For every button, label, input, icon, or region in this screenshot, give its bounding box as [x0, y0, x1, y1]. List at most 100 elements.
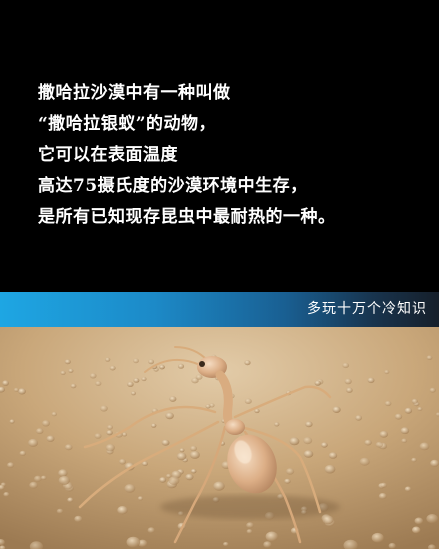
sand-grain	[3, 492, 10, 497]
sand-grain	[133, 358, 139, 364]
sand-grain	[359, 457, 370, 466]
sand-grain	[346, 387, 353, 393]
brand-label: 多玩十万个冷知识	[307, 301, 427, 317]
sand-grain	[213, 481, 225, 491]
sand-grain	[169, 396, 177, 402]
sand-grain	[332, 406, 341, 413]
sand-grain	[34, 475, 42, 482]
sand-grain	[379, 430, 389, 438]
sand-grain	[94, 433, 102, 439]
sand-grain	[177, 363, 185, 369]
caption: 撒哈拉沙漠中有一种叫做 “撒哈拉银蚁”的动物， 它可以在表面温度 高达75摄氏度…	[38, 78, 428, 233]
sand-grain	[322, 515, 334, 525]
sand-grain	[105, 444, 115, 452]
sand-grain	[384, 369, 390, 375]
sand-grain	[56, 508, 64, 514]
sand-grain	[124, 484, 136, 493]
sand-grain	[133, 378, 140, 383]
sand-grain	[401, 438, 408, 444]
sand-grain	[314, 380, 321, 386]
sand-grain	[411, 398, 418, 404]
sand-grain	[263, 541, 272, 548]
sand-grain	[284, 478, 291, 484]
sand-grain	[168, 476, 180, 485]
sand-grain	[105, 357, 111, 362]
sand-grain	[404, 407, 413, 414]
sand-grain	[42, 420, 50, 427]
sand-grain	[60, 370, 66, 375]
sand-grain	[148, 359, 155, 365]
sand-grain	[367, 377, 375, 384]
sand-grain	[126, 536, 141, 548]
sand-grain	[179, 448, 185, 453]
sand-grain	[223, 542, 229, 547]
sand-grain	[159, 364, 165, 370]
sand-grain	[411, 457, 417, 463]
sand-grain	[176, 452, 187, 461]
sand-grain	[64, 444, 73, 451]
sand-grain	[95, 381, 102, 386]
sand-grain	[58, 475, 70, 485]
sand-grain	[64, 359, 71, 365]
silver-ant-illustration	[0, 327, 439, 549]
sand-grain	[190, 445, 197, 452]
sand-grain	[426, 514, 439, 524]
sand-grain	[419, 442, 430, 451]
sand-grain	[40, 475, 47, 480]
sand-grain	[122, 432, 128, 437]
sand-grain	[151, 423, 157, 428]
caption-line-1: 撒哈拉沙漠中有一种叫做	[38, 83, 231, 103]
sand-grain	[137, 496, 144, 501]
sand-grain	[190, 469, 197, 474]
sand-grain	[131, 391, 136, 396]
sand-grain	[303, 437, 313, 445]
sand-grain	[388, 542, 396, 549]
sand-grain	[344, 378, 352, 385]
sand-grain	[117, 506, 128, 515]
sand-grain	[28, 438, 39, 447]
sand-grain	[246, 529, 253, 534]
sand-grain	[246, 522, 254, 529]
page: 撒哈拉沙漠中有一种叫做 “撒哈拉银蚁”的动物， 它可以在表面温度 高达75摄氏度…	[0, 0, 439, 549]
sand-grain	[429, 387, 436, 393]
text-panel: 撒哈拉沙漠中有一种叫做 “撒哈拉银蚁”的动物， 它可以在表面温度 高达75摄氏度…	[0, 0, 439, 292]
sand-grain	[265, 531, 278, 542]
sand-grain	[375, 441, 383, 448]
sand-grain	[127, 381, 134, 387]
sand-grain	[147, 527, 155, 534]
sand-grain	[417, 407, 423, 411]
sand-grain	[159, 477, 167, 483]
silver-ant-photo	[0, 327, 439, 549]
sand-grain	[244, 398, 252, 404]
sand-grain	[324, 464, 336, 474]
sand-grain	[305, 421, 313, 428]
sand-grain	[13, 387, 19, 392]
sand-grain	[321, 442, 328, 448]
caption-line-5: 是所有已知现存昆虫中最耐热的一种。	[38, 207, 336, 227]
sand-grain	[274, 422, 280, 427]
sand-grain	[400, 427, 410, 435]
sand-grain	[100, 405, 108, 412]
sand-grain	[2, 380, 9, 386]
sand-grain	[414, 517, 424, 525]
sand-grain	[286, 468, 295, 475]
brand-banner: 多玩十万个冷知识	[0, 292, 439, 327]
sand-grain	[185, 473, 194, 481]
sand-grain	[68, 368, 74, 373]
sand-grain	[328, 452, 338, 459]
sand-grain	[378, 493, 387, 500]
caption-line-4: 高达75摄氏度的沙漠环境中生存，	[38, 176, 308, 196]
sand-grain	[195, 374, 203, 380]
sand-grain	[384, 400, 392, 407]
sand-grain	[19, 450, 27, 456]
sand-grain	[7, 462, 15, 468]
sand-grain	[46, 435, 55, 442]
sand-grain	[189, 450, 200, 459]
sand-grain	[209, 403, 215, 408]
sand-grain	[404, 486, 412, 492]
sand-grain	[109, 365, 116, 371]
sand-grain	[426, 355, 433, 360]
sand-grain	[355, 415, 362, 421]
sand-grain	[106, 430, 113, 436]
sand-grain	[58, 469, 68, 477]
